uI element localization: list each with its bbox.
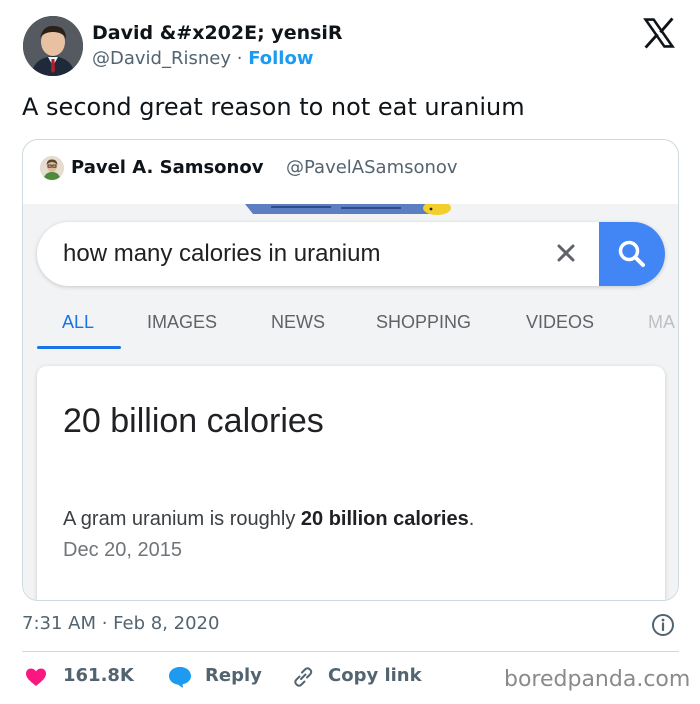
quoted-tweet-card[interactable]: Pavel A. Samsonov @PavelASamsonov how ma… — [22, 139, 679, 601]
result-description: A gram uranium is roughly 20 billion cal… — [63, 508, 474, 531]
result-desc-bold: 20 billion calories — [300, 508, 469, 530]
tweet-text: A second great reason to not eat uranium — [22, 93, 525, 121]
search-bar[interactable]: how many calories in uranium — [37, 222, 665, 286]
watermark: boredpanda.com — [504, 667, 691, 692]
result-card: 20 billion calories A gram uranium is ro… — [37, 366, 665, 600]
active-tab-indicator — [37, 346, 121, 349]
author-handle[interactable]: @David_Risney — [92, 48, 231, 69]
author-handle-row: @David_Risney · Follow — [92, 48, 313, 69]
tab-all[interactable]: ALL — [62, 312, 94, 333]
follow-button[interactable]: Follow — [248, 48, 313, 69]
tab-more[interactable]: MA — [648, 312, 675, 333]
search-tabs: ALL IMAGES NEWS SHOPPING VIDEOS MA — [23, 300, 678, 350]
reply-label: Reply — [205, 665, 262, 686]
result-desc-prefix: A gram uranium is roughly — [63, 508, 301, 530]
copy-link-label: Copy link — [328, 665, 422, 686]
like-count: 161.8K — [63, 665, 134, 686]
magnifier-icon — [618, 240, 645, 267]
quoted-author-avatar[interactable] — [40, 156, 64, 180]
divider — [22, 651, 679, 652]
tab-images[interactable]: IMAGES — [147, 312, 217, 333]
tab-videos[interactable]: VIDEOS — [526, 312, 594, 333]
author-name[interactable]: David &#x202E; yensiR — [92, 22, 343, 44]
quoted-author-handle[interactable]: @PavelASamsonov — [286, 157, 458, 178]
author-avatar[interactable] — [23, 16, 83, 76]
info-icon[interactable] — [651, 613, 675, 637]
speech-bubble-icon — [169, 667, 191, 688]
result-desc-suffix: . — [468, 508, 475, 530]
result-date: Dec 20, 2015 — [63, 539, 182, 561]
tab-news[interactable]: NEWS — [271, 312, 325, 333]
quoted-author-name[interactable]: Pavel A. Samsonov — [71, 157, 263, 178]
tab-shopping[interactable]: SHOPPING — [376, 312, 471, 333]
link-icon — [294, 667, 313, 687]
heart-icon — [26, 668, 46, 686]
tweet-timestamp[interactable]: 7:31 AM · Feb 8, 2020 — [22, 613, 219, 634]
handle-separator: · — [236, 48, 243, 69]
search-query[interactable]: how many calories in uranium — [63, 240, 380, 268]
embedded-screenshot: how many calories in uranium ALL IMAGES … — [23, 204, 678, 600]
clear-icon[interactable] — [553, 240, 579, 266]
doodle-banner — [245, 204, 451, 215]
x-logo-icon[interactable] — [642, 16, 676, 50]
result-title: 20 billion calories — [63, 402, 324, 440]
search-button[interactable] — [599, 222, 665, 286]
